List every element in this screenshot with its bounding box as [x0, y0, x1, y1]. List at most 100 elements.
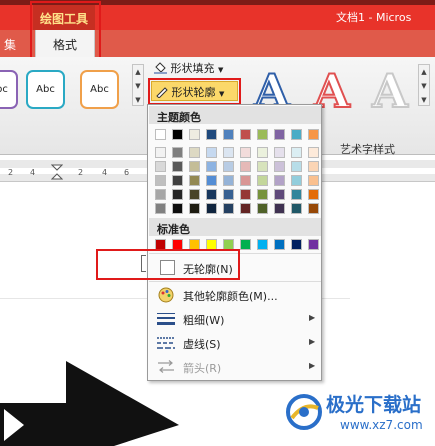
- dashes-item[interactable]: 虚线(S) ▶: [149, 331, 321, 355]
- color-swatch[interactable]: [291, 129, 302, 140]
- color-swatch[interactable]: [189, 161, 200, 172]
- color-swatch[interactable]: [223, 161, 234, 172]
- color-swatch[interactable]: [189, 239, 200, 250]
- color-swatch[interactable]: [189, 175, 200, 186]
- color-swatch[interactable]: [257, 189, 268, 200]
- no-outline-item[interactable]: 无轮廓(N): [149, 256, 321, 280]
- color-swatch[interactable]: [223, 147, 234, 158]
- color-swatch[interactable]: [223, 129, 234, 140]
- shape-outline-button[interactable]: 形状轮廓 ▼: [151, 81, 238, 101]
- submenu-arrow-icon: ▶: [309, 337, 316, 346]
- color-swatch[interactable]: [172, 129, 183, 140]
- color-swatch[interactable]: [206, 203, 217, 214]
- gallery-expand-icon[interactable]: ▼: [419, 93, 429, 107]
- color-swatch[interactable]: [308, 129, 319, 140]
- color-swatch[interactable]: [291, 239, 302, 250]
- color-swatch[interactable]: [274, 147, 285, 158]
- color-swatch[interactable]: [172, 175, 183, 186]
- color-swatch[interactable]: [240, 239, 251, 250]
- color-swatch[interactable]: [206, 239, 217, 250]
- color-swatch[interactable]: [257, 129, 268, 140]
- color-swatch[interactable]: [240, 189, 251, 200]
- color-swatch[interactable]: [274, 189, 285, 200]
- color-swatch[interactable]: [308, 147, 319, 158]
- color-swatch[interactable]: [291, 189, 302, 200]
- scroll-down-icon[interactable]: ▼: [419, 79, 429, 93]
- color-swatch[interactable]: [257, 161, 268, 172]
- color-swatch[interactable]: [257, 239, 268, 250]
- color-swatch[interactable]: [308, 175, 319, 186]
- color-swatch[interactable]: [274, 175, 285, 186]
- color-swatch[interactable]: [223, 239, 234, 250]
- color-swatch[interactable]: [240, 175, 251, 186]
- color-swatch[interactable]: [223, 189, 234, 200]
- color-swatch[interactable]: [172, 147, 183, 158]
- color-swatch[interactable]: [155, 189, 166, 200]
- tab-left-partial[interactable]: 集: [0, 30, 30, 57]
- color-swatch[interactable]: [291, 203, 302, 214]
- arrows-item[interactable]: 箭头(R) ▶: [149, 355, 321, 379]
- color-swatch[interactable]: [172, 239, 183, 250]
- weight-label: 粗细(W): [183, 314, 225, 327]
- color-swatch[interactable]: [240, 203, 251, 214]
- color-swatch[interactable]: [155, 239, 166, 250]
- color-swatch[interactable]: [308, 239, 319, 250]
- color-swatch[interactable]: [155, 161, 166, 172]
- color-swatch[interactable]: [172, 189, 183, 200]
- scroll-down-icon[interactable]: ▼: [133, 79, 143, 93]
- wordart-styles-group-label: 艺术字样式: [340, 143, 395, 156]
- color-swatch[interactable]: [274, 161, 285, 172]
- shape-styles-scroll[interactable]: ▲ ▼ ▼: [132, 64, 144, 106]
- weight-item[interactable]: 粗细(W) ▶: [149, 307, 321, 331]
- indent-marker-icon[interactable]: [51, 164, 63, 182]
- color-swatch[interactable]: [155, 147, 166, 158]
- shape-outline-label: 形状轮廓: [171, 86, 216, 99]
- color-swatch[interactable]: [308, 161, 319, 172]
- color-swatch[interactable]: [172, 203, 183, 214]
- color-swatch[interactable]: [189, 147, 200, 158]
- color-swatch[interactable]: [206, 189, 217, 200]
- gallery-expand-icon[interactable]: ▼: [133, 93, 143, 107]
- color-swatch[interactable]: [257, 147, 268, 158]
- color-swatch[interactable]: [155, 129, 166, 140]
- color-swatch[interactable]: [308, 203, 319, 214]
- color-swatch[interactable]: [308, 189, 319, 200]
- scroll-up-icon[interactable]: ▲: [419, 65, 429, 79]
- color-swatch[interactable]: [206, 129, 217, 140]
- shape-style-preset[interactable]: Abc: [80, 70, 119, 109]
- color-swatch[interactable]: [291, 175, 302, 186]
- color-swatch[interactable]: [206, 147, 217, 158]
- color-swatch[interactable]: [189, 129, 200, 140]
- color-swatch[interactable]: [257, 203, 268, 214]
- color-swatch[interactable]: [274, 203, 285, 214]
- color-swatch[interactable]: [291, 161, 302, 172]
- logo-swirl-icon: [286, 394, 322, 430]
- shape-style-preset[interactable]: Abc: [26, 70, 65, 109]
- wordart-scroll[interactable]: ▲ ▼ ▼: [418, 64, 430, 106]
- color-swatch[interactable]: [155, 175, 166, 186]
- shape-style-preset[interactable]: Abc: [0, 70, 18, 109]
- color-swatch[interactable]: [240, 147, 251, 158]
- drawing-tools-context-tab[interactable]: 绘图工具: [33, 5, 95, 30]
- color-swatch[interactable]: [240, 161, 251, 172]
- color-swatch[interactable]: [291, 147, 302, 158]
- color-swatch[interactable]: [223, 203, 234, 214]
- color-swatch[interactable]: [155, 203, 166, 214]
- color-swatch[interactable]: [223, 175, 234, 186]
- more-outline-colors-item[interactable]: 其他轮廓颜色(M)...: [149, 283, 321, 307]
- color-swatch[interactable]: [189, 189, 200, 200]
- watermark-title: 极光下载站: [326, 394, 422, 416]
- color-swatch[interactable]: [206, 175, 217, 186]
- scroll-up-icon[interactable]: ▲: [133, 65, 143, 79]
- color-swatch[interactable]: [257, 175, 268, 186]
- color-swatch[interactable]: [206, 161, 217, 172]
- wordart-preset[interactable]: A: [362, 63, 418, 119]
- color-swatch[interactable]: [274, 129, 285, 140]
- shape-fill-button[interactable]: 形状填充 ▼: [154, 60, 249, 78]
- tab-format[interactable]: 格式: [35, 30, 95, 57]
- color-swatch[interactable]: [274, 239, 285, 250]
- color-swatch[interactable]: [240, 129, 251, 140]
- theme-colors-header: 主题颜色: [149, 106, 321, 124]
- color-swatch[interactable]: [172, 161, 183, 172]
- color-swatch[interactable]: [189, 203, 200, 214]
